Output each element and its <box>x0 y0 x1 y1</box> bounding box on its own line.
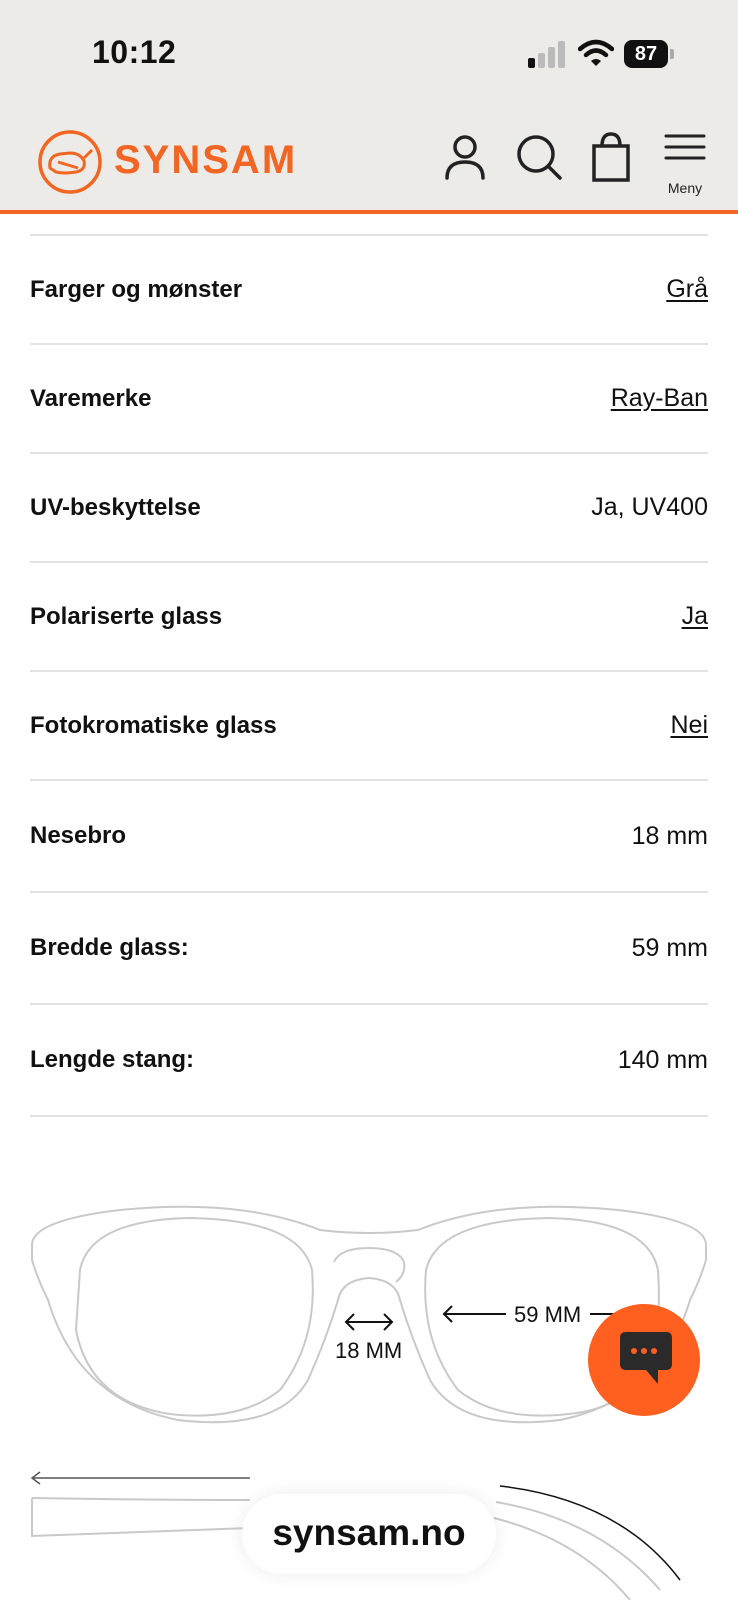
spec-row-polarized: Polariserte glass Ja <box>30 563 708 672</box>
brand-name: SYNSAM <box>114 138 298 182</box>
spec-row-brand: Varemerke Ray-Ban <box>30 345 708 454</box>
spec-label: Nesebro <box>30 822 127 849</box>
menu-button[interactable]: Meny <box>660 130 710 200</box>
search-icon[interactable] <box>514 132 564 182</box>
account-icon[interactable] <box>440 132 490 182</box>
shopping-bag-icon[interactable] <box>588 132 638 182</box>
chat-bubble-icon <box>620 1332 672 1384</box>
bridge-measurement-label: 18 MM <box>335 1338 403 1363</box>
spec-label: Farger og mønster <box>30 275 243 303</box>
spec-row-photochromic: Fotokromatiske glass Nei <box>30 672 708 781</box>
logo-mark-icon <box>38 130 102 194</box>
wifi-icon <box>577 38 615 68</box>
spec-label: Polariserte glass <box>30 602 223 630</box>
spec-label: UV-beskyttelse <box>30 493 201 521</box>
spec-value: 140 mm <box>617 1045 708 1074</box>
synsam-logo[interactable]: SYNSAM <box>36 128 295 198</box>
status-bar: 10:12 87 <box>0 0 738 110</box>
spec-value-link[interactable]: Ray-Ban <box>611 384 708 413</box>
spec-row-uv: UV-beskyttelse Ja, UV400 <box>30 454 708 563</box>
battery-level: 87 <box>624 40 668 68</box>
chat-button[interactable] <box>588 1304 700 1416</box>
spec-value-link[interactable]: Nei <box>670 711 708 740</box>
spec-label: Bredde glass: <box>30 934 189 961</box>
spec-label: Lengde stang: <box>30 1046 195 1073</box>
site-header: SYNSAM Meny <box>0 110 738 214</box>
menu-label: Meny <box>667 180 703 196</box>
spec-value-link[interactable]: Grå <box>666 275 708 304</box>
battery-icon: 87 <box>624 40 674 68</box>
lens-measurement-label: 59 MM <box>514 1302 582 1327</box>
product-specifications: Farger og mønster Grå Varemerke Ray-Ban … <box>30 234 708 1117</box>
url-text: synsam.no <box>272 1512 466 1553</box>
cellular-signal-icon <box>528 40 568 68</box>
spec-row-bridge: Nesebro 18 mm <box>30 781 708 893</box>
spec-value: 59 mm <box>631 933 708 962</box>
status-time: 10:12 <box>92 34 177 70</box>
spec-row-temple-length: Lengde stang: 140 mm <box>30 1005 708 1117</box>
spec-label: Varemerke <box>30 384 152 412</box>
spec-row-lens-width: Bredde glass: 59 mm <box>30 893 708 1005</box>
hamburger-icon <box>664 134 706 160</box>
spec-value: Ja, UV400 <box>591 493 708 521</box>
spec-label: Fotokromatiske glass <box>30 711 277 739</box>
browser-address-bar[interactable]: synsam.no <box>242 1494 496 1574</box>
spec-value-link[interactable]: Ja <box>682 602 708 631</box>
spec-row-color: Farger og mønster Grå <box>30 236 708 345</box>
spec-value: 18 mm <box>631 821 708 850</box>
